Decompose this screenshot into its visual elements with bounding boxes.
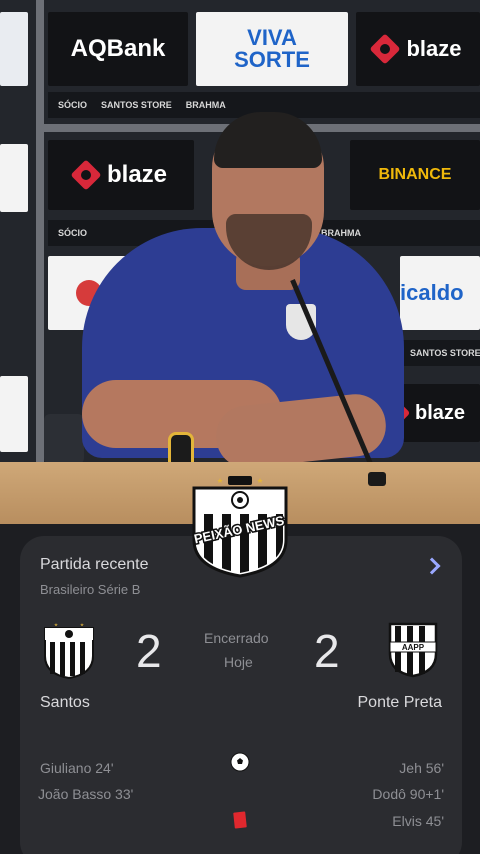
home-score: 2 bbox=[136, 625, 162, 677]
sponsor-aqbank-label: AQBank bbox=[70, 35, 166, 62]
recent-match-card[interactable]: Partida recente Brasileiro Série B 2 Enc… bbox=[20, 536, 462, 854]
santos-crest-icon bbox=[44, 623, 94, 680]
sponsor-edge-board bbox=[0, 12, 28, 86]
wall-pillar bbox=[36, 0, 44, 470]
sponsor-binance: BINANCE bbox=[350, 140, 480, 210]
sponsor-sorte-label: SORTE bbox=[234, 47, 310, 72]
away-team-name: Ponte Preta bbox=[357, 694, 443, 711]
blaze-logo-icon bbox=[369, 33, 402, 65]
sponsor-strip-low: SANTOS STORE bbox=[400, 340, 480, 366]
away-score: 2 bbox=[314, 625, 340, 677]
sponsor-blaze-label: blaze bbox=[414, 401, 466, 424]
strip-store-label: SANTOS STORE bbox=[101, 100, 172, 110]
strip-store-label: SANTOS STORE bbox=[410, 348, 480, 358]
sponsor-blaze-top: blaze bbox=[356, 12, 480, 86]
sponsor-edge-board bbox=[0, 376, 28, 452]
strip-brahma-label: BRAHMA bbox=[185, 100, 226, 110]
sponsor-blaze-mid: blaze bbox=[48, 140, 194, 210]
sponsor-calcaldo-label: icaldo bbox=[400, 280, 464, 305]
blaze-logo-icon bbox=[70, 159, 102, 191]
sponsor-blaze-label: blaze bbox=[406, 36, 462, 61]
chevron-right-icon[interactable] bbox=[423, 557, 441, 575]
peixao-news-logo: PEIXÃO NEWS bbox=[191, 476, 288, 578]
away-event-3: Elvis 45' bbox=[392, 813, 444, 829]
strip-socio-label: SÓCIO bbox=[58, 100, 88, 110]
svg-text:AAPP: AAPP bbox=[402, 643, 425, 652]
soccer-ball-icon bbox=[230, 752, 250, 772]
card-title: Partida recente bbox=[40, 556, 149, 573]
sponsor-blaze-label: blaze bbox=[106, 161, 168, 188]
sponsor-aqbank: AQBank bbox=[48, 12, 188, 86]
away-event-1: Jeh 56' bbox=[399, 760, 444, 776]
press-conference-photo: AQBank VIVA SORTE blaze SÓCIO SANTOS STO… bbox=[0, 0, 480, 524]
strip-socio-label: SÓCIO bbox=[58, 228, 88, 238]
competition-label: Brasileiro Série B bbox=[40, 582, 141, 597]
sponsor-viva-sorte: VIVA SORTE bbox=[196, 12, 348, 86]
match-date: Hoje bbox=[224, 654, 253, 670]
red-card-icon bbox=[233, 811, 247, 829]
home-team-name: Santos bbox=[40, 694, 90, 711]
microphone-base bbox=[368, 472, 386, 486]
ponte-preta-crest-icon: AAPP bbox=[388, 622, 438, 678]
sponsor-calcaldo: icaldo bbox=[400, 256, 480, 330]
away-event-2: Dodô 90+1' bbox=[372, 786, 444, 802]
sponsor-viva-label: VIVA bbox=[247, 25, 297, 50]
screen: AQBank VIVA SORTE blaze SÓCIO SANTOS STO… bbox=[0, 0, 480, 854]
sponsor-edge-board bbox=[0, 144, 28, 212]
home-event-1: Giuliano 24' bbox=[40, 760, 114, 776]
sponsor-binance-label: BINANCE bbox=[378, 166, 452, 183]
match-status: Encerrado bbox=[204, 630, 269, 646]
chair bbox=[44, 414, 84, 464]
home-event-2: João Basso 33' bbox=[38, 786, 134, 802]
